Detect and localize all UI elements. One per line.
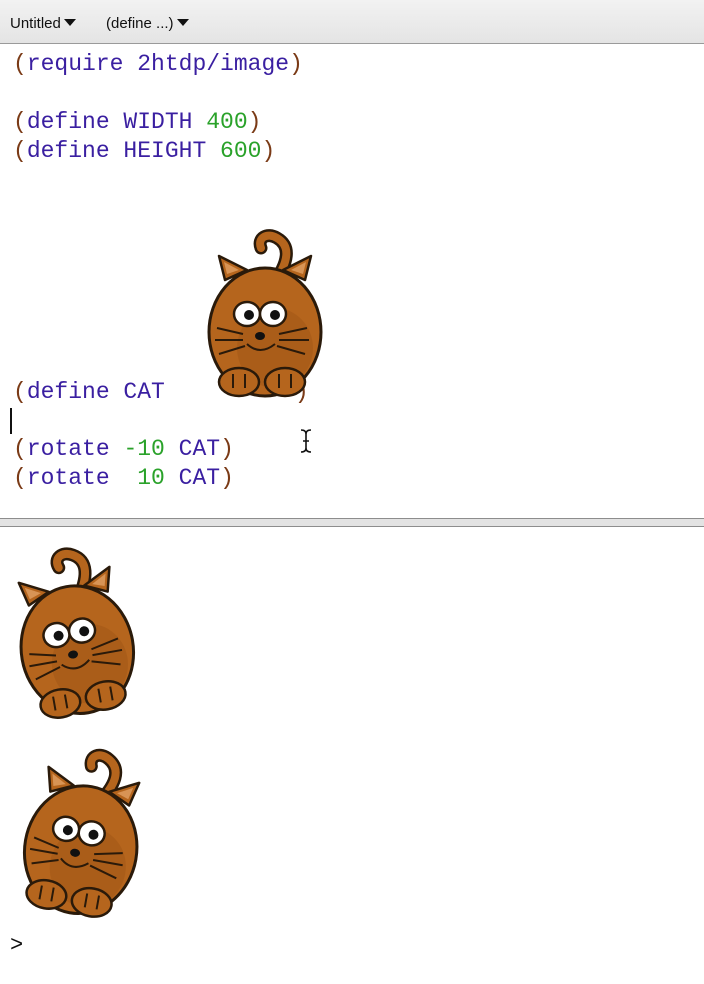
code-text: define WIDTH (26, 109, 207, 135)
define-menu-dropdown[interactable]: (define ...) (106, 13, 189, 35)
open-paren: ( (13, 436, 27, 462)
number-literal: -10 (123, 436, 165, 462)
chevron-down-icon (63, 18, 76, 26)
code-line-rotate-neg[interactable]: (rotate -10 CAT) (13, 435, 234, 463)
pane-splitter[interactable] (0, 518, 704, 527)
open-paren: ( (13, 109, 27, 135)
repl-prompt[interactable]: > (10, 933, 23, 958)
file-menu-dropdown[interactable]: Untitled (10, 13, 76, 35)
open-paren: ( (13, 465, 27, 491)
cat-image-rotated-neg (0, 530, 151, 733)
close-paren: ) (289, 51, 303, 77)
cat-image-rotated-pos (7, 730, 161, 933)
code-text: CAT (164, 436, 221, 462)
code-text: define HEIGHT (26, 138, 221, 164)
text-caret (10, 408, 12, 434)
cat-image[interactable] (203, 222, 327, 404)
interactions-pane[interactable]: > (0, 527, 704, 984)
code-text: require 2htdp/image (26, 51, 290, 77)
close-paren: ) (220, 436, 234, 462)
number-literal: 600 (220, 138, 262, 164)
open-paren: ( (13, 51, 27, 77)
close-paren: ) (261, 138, 276, 164)
open-paren: ( (13, 138, 27, 164)
code-text: rotate (26, 436, 124, 462)
code-text: rotate (26, 465, 138, 491)
code-line-define-height[interactable]: (define HEIGHT 600) (13, 137, 275, 165)
close-paren: ) (220, 465, 234, 491)
open-paren: ( (13, 379, 27, 405)
number-literal: 10 (137, 465, 165, 491)
chevron-down-icon (176, 18, 189, 26)
definitions-editor[interactable]: (require 2htdp/image) (define WIDTH 400)… (0, 44, 704, 518)
code-line-rotate-pos[interactable]: (rotate 10 CAT) (13, 464, 234, 492)
file-menu-label: Untitled (10, 15, 61, 32)
define-menu-label: (define ...) (106, 15, 174, 32)
code-text: CAT (164, 465, 221, 491)
ibeam-cursor-icon (300, 429, 312, 453)
close-paren: ) (247, 109, 262, 135)
code-line-define-width[interactable]: (define WIDTH 400) (13, 108, 261, 136)
code-line-require[interactable]: (require 2htdp/image) (13, 50, 303, 78)
number-literal: 400 (206, 109, 248, 135)
toolbar: Untitled (define ...) (0, 0, 704, 44)
code-text: define CAT (26, 379, 165, 405)
